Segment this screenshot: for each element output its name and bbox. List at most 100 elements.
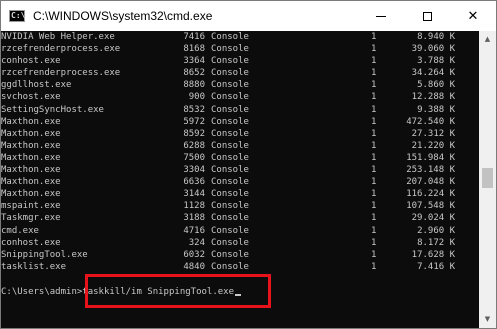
process-session-number: 1: [371, 177, 377, 188]
process-pid: 6032: [183, 249, 205, 260]
process-memory: 29.024 K: [411, 213, 455, 224]
process-name: conhost.exe: [1, 56, 61, 67]
process-session: Console: [211, 104, 249, 115]
process-session-number: 1: [371, 104, 377, 115]
process-session: Console: [211, 177, 249, 188]
process-name: Taskmgr.exe: [1, 213, 61, 224]
process-session-number: 1: [371, 56, 377, 67]
process-memory: 472.540 K: [406, 116, 455, 127]
process-pid: 8652: [183, 68, 205, 79]
process-session-number: 1: [371, 201, 377, 212]
process-name: rzcefrenderprocess.exe: [1, 68, 121, 79]
process-pid: 3144: [183, 189, 205, 200]
cmd-app-icon[interactable]: C:\: [9, 10, 25, 22]
process-session-number: 1: [371, 92, 377, 103]
text-cursor: [235, 294, 241, 296]
close-button[interactable]: ✕: [450, 1, 496, 31]
process-memory: 5.860 K: [417, 80, 455, 91]
process-pid: 6288: [183, 140, 205, 151]
process-session-number: 1: [371, 237, 377, 248]
process-session: Console: [211, 165, 249, 176]
process-memory: 7.416 K: [417, 261, 455, 272]
process-pid: 324: [188, 237, 205, 248]
process-pid: 8880: [183, 80, 205, 91]
process-session-number: 1: [371, 261, 377, 272]
process-pid: 900: [188, 92, 205, 103]
process-name: Maxthon.exe: [1, 116, 61, 127]
process-session-number: 1: [371, 213, 377, 224]
process-pid: 8592: [183, 128, 205, 139]
process-pid: 6636: [183, 177, 205, 188]
process-session: Console: [211, 128, 249, 139]
process-memory: 3.788 K: [417, 56, 455, 67]
process-session-number: 1: [371, 189, 377, 200]
maximize-button[interactable]: [404, 1, 450, 31]
close-icon: ✕: [467, 8, 479, 24]
prompt-text: C:\Users\admin>: [1, 287, 83, 297]
command-line[interactable]: C:\Users\admin>taskkill/im SnippingTool.…: [1, 287, 241, 297]
process-session: Console: [211, 237, 249, 248]
process-memory: 207.048 K: [406, 177, 455, 188]
process-pid: 1128: [183, 201, 205, 212]
process-name: mspaint.exe: [1, 201, 61, 212]
process-name: Maxthon.exe: [1, 177, 61, 188]
command-text: taskkill/im SnippingTool.exe: [82, 287, 234, 297]
process-memory: 17.628 K: [411, 249, 455, 260]
process-name: NVIDIA Web Helper.exe: [1, 32, 115, 42]
process-pid: 3364: [183, 56, 205, 67]
scroll-down-icon[interactable]: ▼: [479, 311, 496, 328]
process-pid: 7500: [183, 152, 205, 163]
process-name: Maxthon.exe: [1, 165, 61, 176]
process-session: Console: [211, 140, 249, 151]
process-session: Console: [211, 152, 249, 163]
process-memory: 9.388 K: [417, 104, 455, 115]
process-session-number: 1: [371, 80, 377, 91]
process-session-number: 1: [371, 116, 377, 127]
window-title: C:\WINDOWS\system32\cmd.exe: [33, 9, 213, 23]
console-output[interactable]: NVIDIA Web Helper.exe 7416 Console 1 8.940 K…: [1, 31, 479, 328]
process-name: Maxthon.exe: [1, 140, 61, 151]
process-session-number: 1: [371, 32, 377, 42]
process-name: SnippingTool.exe: [1, 249, 88, 260]
process-name: Maxthon.exe: [1, 128, 61, 139]
process-memory: 21.220 K: [411, 140, 455, 151]
minimize-button[interactable]: [358, 1, 404, 31]
process-memory: 116.224 K: [406, 189, 455, 200]
process-session: Console: [211, 32, 249, 42]
process-session: Console: [211, 56, 249, 67]
process-name: rzcefrenderprocess.exe: [1, 44, 121, 55]
process-session: Console: [211, 116, 249, 127]
process-session: Console: [211, 261, 249, 272]
process-session-number: 1: [371, 225, 377, 236]
process-memory: 39.060 K: [411, 44, 455, 55]
title-bar[interactable]: C:\ C:\WINDOWS\system32\cmd.exe ✕: [1, 1, 496, 31]
process-name: Maxthon.exe: [1, 189, 61, 200]
process-pid: 4716: [183, 225, 205, 236]
scroll-thumb[interactable]: [482, 168, 493, 188]
process-session-number: 1: [371, 68, 377, 79]
process-name: tasklist.exe: [1, 261, 67, 272]
process-memory: 253.148 K: [406, 165, 455, 176]
process-name: SettingSyncHost.exe: [1, 104, 104, 115]
process-session: Console: [211, 80, 249, 91]
process-memory: 8.172 K: [417, 237, 455, 248]
process-session-number: 1: [371, 152, 377, 163]
process-name: ggdllhost.exe: [1, 80, 72, 91]
scroll-up-icon[interactable]: ▲: [479, 31, 496, 48]
process-name: conhost.exe: [1, 237, 61, 248]
process-session: Console: [211, 68, 249, 79]
process-session-number: 1: [371, 44, 377, 55]
process-memory: 34.264 K: [411, 68, 455, 79]
process-session: Console: [211, 189, 249, 200]
process-session: Console: [211, 225, 249, 236]
vertical-scrollbar[interactable]: ▲ ▼: [479, 31, 496, 328]
process-session-number: 1: [371, 249, 377, 260]
process-pid: 7416: [183, 32, 205, 42]
process-session-number: 1: [371, 140, 377, 151]
process-memory: 8.940 K: [417, 32, 455, 42]
process-pid: 8168: [183, 44, 205, 55]
process-pid: 4840: [183, 261, 205, 272]
process-session: Console: [211, 92, 249, 103]
process-pid: 3188: [183, 213, 205, 224]
process-pid: 3304: [183, 165, 205, 176]
